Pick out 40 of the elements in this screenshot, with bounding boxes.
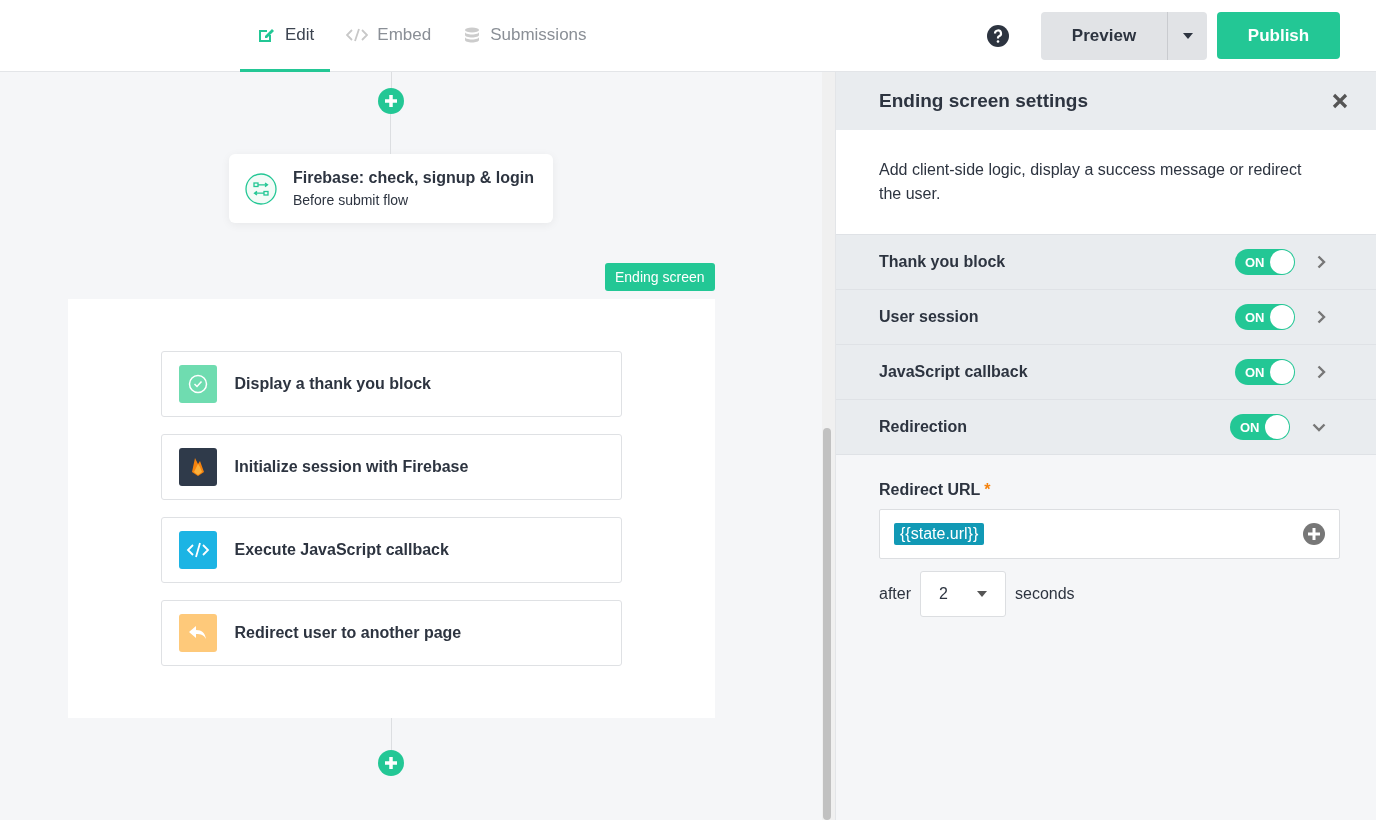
settings-section[interactable]: Thank you block ON [836, 235, 1376, 290]
ending-screen-badge: Ending screen [605, 263, 715, 291]
variable-token: {{state.url}} [894, 523, 985, 545]
settings-section[interactable]: JavaScript callback ON [836, 345, 1376, 400]
after-label: after [879, 585, 911, 603]
action-item[interactable]: Execute JavaScript callback [160, 517, 622, 583]
flow-node-subtitle: Before submit flow [293, 192, 410, 208]
seconds-label: seconds [1015, 585, 1075, 603]
add-step-icon[interactable] [378, 750, 404, 776]
section-title: User session [879, 308, 980, 326]
section-title: Redirection [879, 418, 968, 436]
close-icon[interactable] [1332, 93, 1348, 109]
action-item[interactable]: Redirect user to another page [160, 600, 622, 666]
flow-icon [245, 172, 277, 205]
action-item[interactable]: Display a thank you block [160, 351, 622, 417]
settings-section[interactable]: User session ON [836, 290, 1376, 345]
chevron-right-icon[interactable] [1317, 255, 1326, 269]
field-label: Redirect URL [879, 481, 981, 499]
scrollbar-thumb[interactable] [823, 428, 831, 820]
settings-section[interactable]: Redirection ON [836, 400, 1376, 455]
panel-description: Add client-side logic, display a success message or redirect the user. [836, 130, 1376, 235]
add-step-icon[interactable] [378, 88, 404, 114]
help-icon[interactable] [987, 24, 1009, 47]
panel-title: Ending screen settings [879, 90, 1089, 112]
caret-icon [1182, 32, 1193, 39]
caret-icon [977, 591, 987, 597]
chevron-right-icon[interactable] [1317, 310, 1326, 324]
code-icon [346, 26, 369, 43]
required-mark: * [984, 481, 991, 499]
database-icon [463, 25, 482, 44]
seconds-select[interactable]: 2 [920, 571, 1006, 617]
section-title: Thank you block [879, 253, 1007, 271]
section-title: JavaScript callback [879, 363, 1029, 381]
flame-icon [178, 448, 217, 486]
action-item[interactable]: Initialize session with Firebase [160, 434, 622, 500]
chevron-right-icon[interactable] [1317, 365, 1326, 379]
flow-node-title: Firebase: check, signup & login [293, 169, 534, 187]
chevron-down-icon[interactable] [1312, 422, 1326, 432]
code-icon [178, 531, 217, 569]
add-variable-icon[interactable] [1303, 523, 1325, 545]
